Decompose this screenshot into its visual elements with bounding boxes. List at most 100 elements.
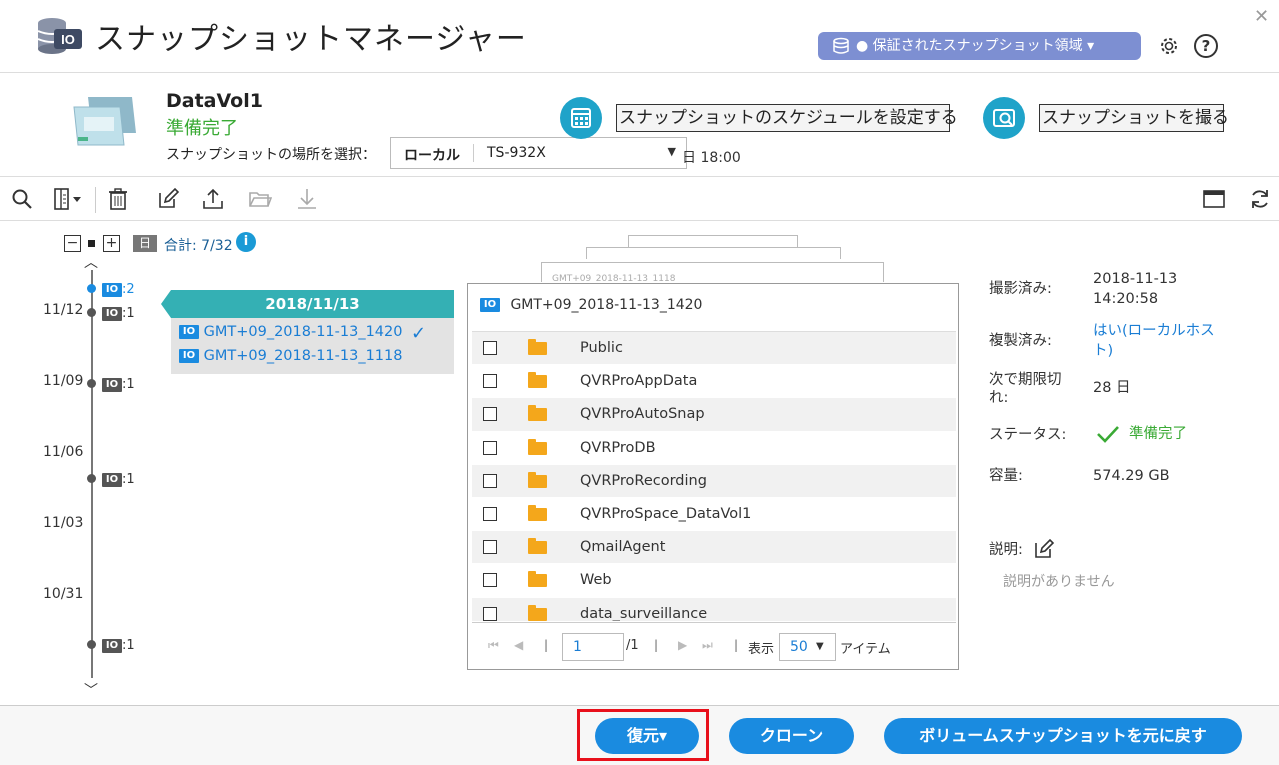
folder-icon	[528, 504, 547, 521]
next-page-icon[interactable]: ▶	[678, 638, 687, 652]
snapshot-total: 合計: 7/32	[164, 238, 233, 254]
expire-label-line2: れ:	[989, 390, 1009, 406]
page-total: /1	[626, 638, 639, 653]
snapshot-io-icon: IO	[480, 298, 500, 312]
row-checkbox[interactable]	[483, 573, 497, 588]
last-page-icon[interactable]: ⏭	[702, 638, 713, 653]
page-number-input[interactable]: 1	[562, 633, 624, 661]
volume-status: 準備完了	[166, 118, 238, 139]
timeline-up-icon[interactable]: ︿	[84, 252, 98, 272]
edit-icon[interactable]	[156, 187, 180, 211]
snapshot-io-icon: IO	[102, 638, 122, 653]
folder-row[interactable]: Web	[472, 564, 956, 598]
replicated-label: 複製済み:	[989, 333, 1052, 349]
capacity-value: 574.29 GB	[1093, 468, 1170, 484]
timeline-date: 11/06	[43, 444, 84, 460]
row-checkbox[interactable]	[483, 473, 497, 488]
timeline-snapshot-marker[interactable]: IO:1	[102, 377, 135, 392]
expire-label-line1: 次で期限切	[989, 372, 1062, 388]
timeline-point[interactable]	[87, 474, 96, 483]
collapse-button[interactable]: −	[64, 235, 81, 252]
prev-page-icon[interactable]: ◀	[514, 638, 523, 652]
edit-description-icon[interactable]	[1033, 538, 1055, 560]
stacked-snapshot-label: GMT+09_2018-11-13_1118	[552, 274, 676, 282]
help-icon[interactable]: ?	[1194, 34, 1218, 58]
folder-row[interactable]: QVRProAppData	[472, 365, 956, 399]
date-card-title: 2018/11/13	[171, 290, 454, 318]
row-checkbox[interactable]	[483, 374, 497, 389]
timeline-snapshot-marker[interactable]: IO:1	[102, 638, 135, 653]
items-label: アイテム	[840, 642, 891, 657]
location-divider	[473, 144, 474, 162]
snapshot-item[interactable]: IO GMT+09_2018-11-13_1118	[179, 348, 402, 364]
folder-row[interactable]: QVRProSpace_DataVol1	[472, 498, 956, 532]
window-icon[interactable]	[1202, 187, 1226, 211]
replicated-value-line2[interactable]: ト)	[1093, 341, 1113, 361]
folder-name: QmailAgent	[580, 539, 666, 556]
folder-icon	[528, 405, 547, 422]
row-checkbox[interactable]	[483, 540, 497, 555]
search-icon[interactable]	[10, 187, 34, 211]
taken-value-date: 2018-11-13	[1093, 271, 1178, 287]
replicated-value-line1[interactable]: はい(ローカルホス	[1093, 321, 1215, 341]
folder-row[interactable]: QVRProAutoSnap	[472, 398, 956, 432]
zoom-indicator	[88, 240, 95, 247]
row-checkbox[interactable]	[483, 407, 497, 422]
set-schedule-button[interactable]: スナップショットのスケジュールを設定する	[616, 104, 958, 132]
gear-icon[interactable]	[1158, 35, 1180, 57]
timeline-point[interactable]	[87, 308, 96, 317]
folder-row[interactable]: QVRProRecording	[472, 464, 956, 498]
toolbar	[0, 176, 1279, 221]
timeline-snapshot-marker[interactable]: IO:2	[102, 282, 135, 297]
timeline-snapshot-marker[interactable]: IO:1	[102, 306, 135, 321]
folder-row[interactable]: Public	[472, 332, 956, 366]
timeline-snapshot-marker[interactable]: IO:1	[102, 472, 135, 487]
row-checkbox[interactable]	[483, 606, 497, 621]
device-value: TS-932X	[487, 145, 546, 161]
row-checkbox[interactable]	[483, 440, 497, 455]
column-view-dropdown-icon[interactable]	[52, 187, 88, 211]
location-select[interactable]: ローカル TS-932X ▼	[390, 137, 687, 169]
taken-label: 撮影済み:	[989, 281, 1052, 297]
upload-icon[interactable]	[201, 187, 225, 211]
take-snapshot-icon[interactable]	[983, 97, 1025, 139]
panel-stack-back	[628, 235, 798, 247]
svg-text:IO: IO	[61, 32, 75, 47]
chevron-down-icon: ▼	[816, 641, 824, 652]
row-checkbox[interactable]	[483, 341, 497, 355]
timeline-point[interactable]	[87, 640, 96, 649]
folder-name: QVRProAutoSnap	[580, 406, 705, 423]
timeline-point[interactable]	[87, 379, 96, 388]
capacity-label: 容量:	[989, 468, 1023, 484]
first-page-icon[interactable]: ⏮	[488, 638, 499, 653]
timeline-date: 11/03	[43, 515, 84, 531]
folder-name: Public	[580, 340, 623, 356]
snapshot-item-selected[interactable]: IO GMT+09_2018-11-13_1420	[179, 324, 402, 340]
trash-icon[interactable]	[106, 187, 130, 211]
revert-volume-snapshot-button[interactable]: ボリュームスナップショットを元に戻す	[884, 718, 1242, 754]
snapshot-io-icon: IO	[179, 349, 199, 363]
taken-value-time: 14:20:58	[1093, 291, 1159, 307]
items-per-page-select[interactable]: 50 ▼	[779, 633, 836, 661]
info-icon[interactable]: i	[236, 232, 256, 252]
refresh-icon[interactable]	[1248, 187, 1272, 211]
take-snapshot-button[interactable]: スナップショットを撮る	[1039, 104, 1229, 132]
folder-row[interactable]: data_surveillance	[472, 597, 956, 621]
folder-name: QVRProAppData	[580, 373, 698, 390]
close-icon[interactable]: ✕	[1254, 6, 1269, 27]
expand-button[interactable]: +	[103, 235, 120, 252]
clone-button[interactable]: クローン	[729, 718, 854, 754]
folder-icon	[528, 604, 547, 621]
panel-header: IO GMT+09_2018-11-13_1420	[480, 297, 702, 313]
timeline-point-selected[interactable]	[87, 284, 96, 293]
folder-row[interactable]: QVRProDB	[472, 432, 956, 465]
calendar-day-badge[interactable]: 日	[133, 235, 157, 252]
folder-row[interactable]: QmailAgent	[472, 531, 956, 565]
protected-area-label: ● 保証されたスナップショット領域 ▾	[856, 38, 1095, 54]
snapshot-manager-logo-icon: IO	[37, 18, 82, 54]
row-checkbox[interactable]	[483, 506, 497, 521]
schedule-time-text: 日 18:00	[682, 150, 741, 166]
protected-snapshot-area-dropdown[interactable]: ● 保証されたスナップショット領域 ▾	[818, 32, 1141, 60]
schedule-calendar-icon[interactable]	[560, 97, 602, 139]
timeline-down-icon[interactable]: ﹀	[84, 680, 98, 700]
